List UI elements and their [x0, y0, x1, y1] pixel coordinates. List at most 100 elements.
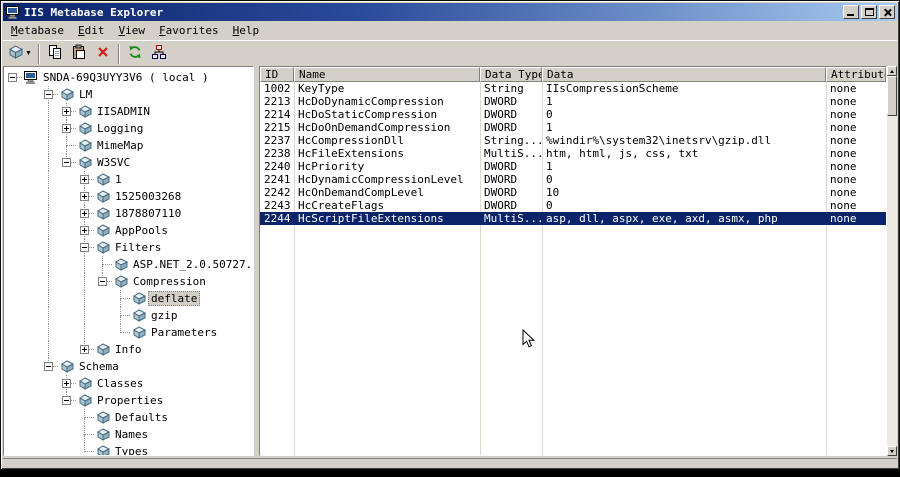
expand-toggle-plus[interactable]: [80, 175, 89, 184]
expand-toggle-plus[interactable]: [62, 107, 71, 116]
tree-node-label[interactable]: Compression: [130, 274, 209, 289]
expand-toggle-minus[interactable]: [44, 362, 53, 371]
minimize-button[interactable]: [843, 4, 859, 19]
table-row-2213[interactable]: 2213 HcDoDynamicCompression DWORD 1 none: [260, 95, 886, 108]
tree-node-asp-net-2-0-50727-0[interactable]: ASP.NET_2.0.50727.0: [4, 256, 253, 273]
tree-node-logging[interactable]: Logging: [4, 120, 253, 137]
expand-toggle-minus[interactable]: [8, 73, 17, 82]
tree-node-label[interactable]: deflate: [148, 291, 201, 306]
table-row-2241[interactable]: 2241 HcDynamicCompressionLevel DWORD 0 none: [260, 173, 886, 186]
tree-node-1525003268[interactable]: 1525003268: [4, 188, 253, 205]
table-row-2240[interactable]: 2240 HcPriority DWORD 1 none: [260, 160, 886, 173]
tree-node-label[interactable]: gzip: [148, 308, 181, 323]
column-header-data[interactable]: Data: [542, 67, 826, 82]
tree-node-label[interactable]: 1525003268: [112, 189, 184, 204]
tree-node-filters[interactable]: Filters: [4, 239, 253, 256]
column-header-attributes[interactable]: Attributes: [826, 67, 886, 82]
tree-node-label[interactable]: MimeMap: [94, 138, 146, 153]
expand-toggle-plus[interactable]: [62, 124, 71, 133]
tree-node-gzip[interactable]: gzip: [4, 307, 253, 324]
scroll-thumb[interactable]: [887, 76, 897, 116]
menu-item-edit[interactable]: Edit: [71, 22, 112, 39]
menu-item-view[interactable]: View: [111, 22, 152, 39]
tree-node-apppools[interactable]: AppPools: [4, 222, 253, 239]
table-row-2244[interactable]: 2244 HcScriptFileExtensions MultiS... asp, …: [260, 212, 886, 225]
dropdown-caret-icon[interactable]: ▼: [25, 50, 32, 57]
table-row-1002[interactable]: 1002 KeyType String IIsCompressionScheme non…: [260, 82, 886, 95]
tree-node-label[interactable]: AppPools: [112, 223, 171, 238]
tree-indent: [40, 222, 58, 239]
tree-node-iisadmin[interactable]: IISADMIN: [4, 103, 253, 120]
tree-node-snda-69q3uyy3v6-local[interactable]: SNDA-69Q3UYY3V6 ( local ): [4, 69, 253, 86]
expand-toggle-plus[interactable]: [80, 209, 89, 218]
expand-toggle-minus[interactable]: [44, 90, 53, 99]
table-row-2215[interactable]: 2215 HcDoOnDemandCompression DWORD 1 none: [260, 121, 886, 134]
table-cell: 0: [546, 108, 553, 121]
scroll-track[interactable]: [887, 116, 897, 446]
close-button[interactable]: [879, 4, 895, 19]
tree-node-label[interactable]: LM: [76, 87, 95, 102]
delete-button[interactable]: [91, 43, 115, 65]
expand-toggle-plus[interactable]: [80, 345, 89, 354]
tree-node-label[interactable]: Properties: [94, 393, 166, 408]
tree-node-label[interactable]: 1878807110: [112, 206, 184, 221]
table-row-2214[interactable]: 2214 HcDoStaticCompression DWORD 0 none: [260, 108, 886, 121]
menu-item-metabase[interactable]: Metabase: [4, 22, 71, 39]
tree-node-deflate[interactable]: deflate: [4, 290, 253, 307]
column-header-id[interactable]: ID: [260, 67, 294, 82]
tree-node-types[interactable]: Types: [4, 443, 253, 455]
tree-node-classes[interactable]: Classes: [4, 375, 253, 392]
tree-node-label[interactable]: SNDA-69Q3UYY3V6 ( local ): [40, 70, 212, 85]
tree-node-label[interactable]: Filters: [112, 240, 164, 255]
tree-node-label[interactable]: ASP.NET_2.0.50727.0: [130, 257, 253, 272]
maximize-button[interactable]: [861, 4, 877, 19]
connect-button[interactable]: [147, 43, 171, 65]
paste-button[interactable]: [67, 43, 91, 65]
scroll-up-button[interactable]: [887, 66, 897, 76]
copy-button[interactable]: [43, 43, 67, 65]
table-row-2243[interactable]: 2243 HcCreateFlags DWORD 0 none: [260, 199, 886, 212]
scroll-down-button[interactable]: [887, 446, 897, 456]
tree-node-label[interactable]: Defaults: [112, 410, 171, 425]
vertical-scrollbar[interactable]: [887, 66, 897, 456]
tree-node-1878807110[interactable]: 1878807110: [4, 205, 253, 222]
tree-node-1[interactable]: 1: [4, 171, 253, 188]
tree-node-label[interactable]: 1: [112, 172, 125, 187]
tree-node-label[interactable]: IISADMIN: [94, 104, 153, 119]
tree-node-compression[interactable]: Compression: [4, 273, 253, 290]
tree-node-label[interactable]: Types: [112, 444, 151, 455]
table-row-2238[interactable]: 2238 HcFileExtensions MultiS... htm, html, …: [260, 147, 886, 160]
table-row-2237[interactable]: 2237 HcCompressionDll String... %windir%\sy…: [260, 134, 886, 147]
expand-toggle-minus[interactable]: [62, 158, 71, 167]
tree-node-properties[interactable]: Properties: [4, 392, 253, 409]
expand-toggle-plus[interactable]: [80, 226, 89, 235]
expand-toggle-minus[interactable]: [80, 243, 89, 252]
tree-node-label[interactable]: Logging: [94, 121, 146, 136]
tree-node-label[interactable]: Info: [112, 342, 145, 357]
tree-node-w3svc[interactable]: W3SVC: [4, 154, 253, 171]
tree-node-names[interactable]: Names: [4, 426, 253, 443]
tree-node-label[interactable]: Classes: [94, 376, 146, 391]
tree-node-defaults[interactable]: Defaults: [4, 409, 253, 426]
tree-node-parameters[interactable]: Parameters: [4, 324, 253, 341]
tree-node-label[interactable]: Schema: [76, 359, 122, 374]
tree-node-mimemap[interactable]: MimeMap: [4, 137, 253, 154]
tree-node-schema[interactable]: Schema: [4, 358, 253, 375]
menu-item-favorites[interactable]: Favorites: [152, 22, 226, 39]
tree-node-lm[interactable]: LM: [4, 86, 253, 103]
tree-node-label[interactable]: Parameters: [148, 325, 220, 340]
menu-item-help[interactable]: Help: [226, 22, 267, 39]
expand-toggle-minus[interactable]: [98, 277, 107, 286]
column-header-data-type[interactable]: Data Type: [480, 67, 542, 82]
table-row-2242[interactable]: 2242 HcOnDemandCompLevel DWORD 10 none: [260, 186, 886, 199]
horizontal-scrollbar[interactable]: [3, 458, 897, 467]
expand-toggle-minus[interactable]: [62, 396, 71, 405]
expand-toggle-plus[interactable]: [80, 192, 89, 201]
column-header-name[interactable]: Name: [294, 67, 480, 82]
expand-toggle-plus[interactable]: [62, 379, 71, 388]
tree-node-info[interactable]: Info: [4, 341, 253, 358]
new-key-button[interactable]: ▼: [6, 43, 35, 65]
tree-node-label[interactable]: Names: [112, 427, 151, 442]
refresh-button[interactable]: [123, 43, 147, 65]
tree-node-label[interactable]: W3SVC: [94, 155, 133, 170]
